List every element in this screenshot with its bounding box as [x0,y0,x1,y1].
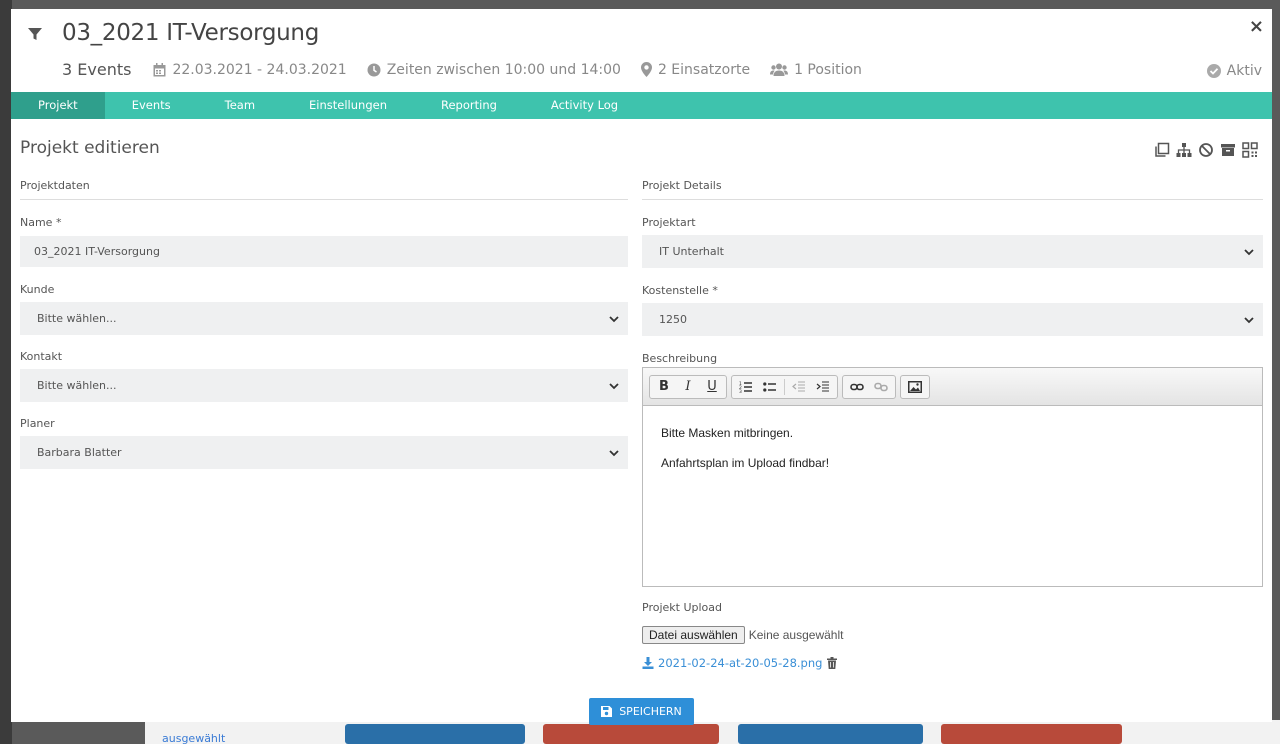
projekt-details-heading: Projekt Details [642,179,1263,200]
check-circle-icon [1206,64,1221,78]
users-icon [770,63,789,76]
editor-content[interactable]: Bitte Masken mitbringen. Anfahrtsplan im… [643,406,1262,506]
underline-icon[interactable]: U [700,377,724,397]
modal-title: 03_2021 IT-Versorgung [62,20,319,46]
locations: 2 Einsatzorte [640,62,750,78]
events-count: 3 Events [62,60,132,79]
projektart-select[interactable]: IT Unterhalt [642,235,1263,268]
name-input[interactable]: 03_2021 IT-Versorgung [20,236,628,267]
kunde-select[interactable]: Bitte wählen... [20,302,628,335]
close-button[interactable]: × [1249,16,1264,37]
background-button [345,724,525,744]
project-meta: 3 Events 22.03.2021 - 24.03.2021 Zeiten … [62,60,882,79]
italic-icon[interactable]: I [676,377,700,397]
chevron-down-icon [1244,248,1254,255]
map-marker-icon [640,62,652,77]
save-button[interactable]: SPEICHERN [589,698,694,725]
bullet-list-icon[interactable] [758,377,782,397]
beschreibung-label: Beschreibung [642,352,718,365]
download-icon[interactable] [642,657,654,669]
name-label: Name * [20,216,62,229]
outdent-icon[interactable] [787,377,811,397]
projektart-label: Projektart [642,216,696,229]
chevron-down-icon [1244,316,1254,323]
editor-line: Bitte Masken mitbringen. [661,426,794,440]
planer-select[interactable]: Barbara Blatter [20,436,628,469]
section-title: Projekt editieren [20,138,160,158]
background-button [543,724,719,744]
chevron-down-icon [609,382,619,389]
ordered-list-icon[interactable]: 123 [734,377,758,397]
clock-icon [367,63,381,76]
background-button [941,724,1122,744]
projekt-details-section: Projekt Details Projektart IT Unterhalt … [642,179,1263,365]
chevron-down-icon [609,449,619,456]
floppy-disk-icon [601,706,613,717]
sitemap-icon[interactable] [1176,142,1192,158]
indent-icon[interactable] [811,377,835,397]
file-input: Datei auswählen Keine ausgewählt [642,626,843,644]
link-icon[interactable] [845,377,869,397]
background-button [738,724,923,744]
editor-toolbar: B I U 123 [643,368,1262,406]
tab-team[interactable]: Team [198,92,282,119]
kunde-label: Kunde [20,283,55,296]
calendar-icon [153,62,166,76]
projektdaten-heading: Projektdaten [20,179,628,200]
file-status: Keine ausgewählt [748,628,844,642]
tab-einstellungen[interactable]: Einstellungen [282,92,414,119]
choose-file-button[interactable]: Datei auswählen [642,626,745,644]
ban-icon[interactable] [1198,142,1214,158]
image-icon[interactable] [903,377,927,397]
time-range: Zeiten zwischen 10:00 und 14:00 [367,62,621,78]
unlink-icon[interactable] [869,377,893,397]
tab-projekt[interactable]: Projekt [11,92,105,119]
background-text: ausgewählt [162,732,226,744]
date-range: 22.03.2021 - 24.03.2021 [153,62,347,78]
tab-activity-log[interactable]: Activity Log [524,92,645,119]
archive-icon[interactable] [1220,142,1236,158]
copy-icon[interactable] [1154,142,1170,158]
projektdaten-section: Projektdaten Name * 03_2021 IT-Versorgun… [20,179,628,469]
project-actions [1154,142,1258,158]
bold-icon[interactable]: B [652,377,676,397]
upload-label: Projekt Upload [642,601,722,614]
positions: 1 Position [770,62,862,78]
planer-label: Planer [20,417,55,430]
qrcode-icon[interactable] [1242,142,1258,158]
svg-text:3: 3 [739,389,742,393]
filter-icon [28,28,42,40]
kostenstelle-label: Kostenstelle * [642,284,718,297]
tab-events[interactable]: Events [105,92,198,119]
status-badge: Aktiv [1206,63,1262,79]
trash-icon[interactable] [827,657,838,669]
tab-reporting[interactable]: Reporting [414,92,524,119]
tab-bar: Projekt Events Team Einstellungen Report… [11,92,1272,119]
beschreibung-editor: B I U 123 Bitte Masken mitbringen. Anfah… [642,367,1263,587]
file-link[interactable]: 2021-02-24-at-20-05-28.png [658,656,822,670]
chevron-down-icon [609,315,619,322]
kostenstelle-select[interactable]: 1250 [642,303,1263,336]
project-modal: 03_2021 IT-Versorgung × 3 Events 22.03.2… [11,9,1272,725]
kontakt-select[interactable]: Bitte wählen... [20,369,628,402]
uploaded-file: 2021-02-24-at-20-05-28.png [642,656,841,670]
kontakt-label: Kontakt [20,350,63,363]
editor-line: Anfahrtsplan im Upload findbar! [661,456,830,470]
